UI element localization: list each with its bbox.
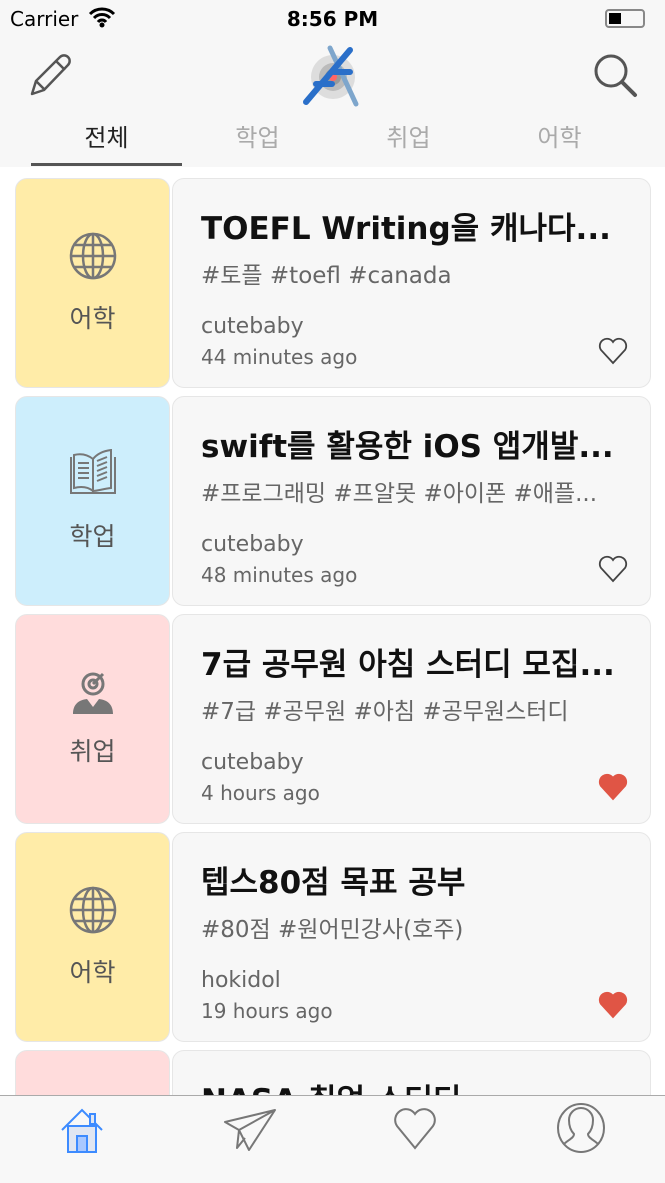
post-list[interactable]: 어학 TOEFL Writing을 캐나다... #토플 #toefl #can… (0, 167, 665, 1183)
globe-icon (68, 231, 118, 285)
search-icon[interactable] (590, 50, 640, 100)
tab-language[interactable]: 어학 (484, 118, 635, 166)
tab-bar (0, 1095, 665, 1183)
like-heart-icon[interactable] (598, 555, 628, 583)
post-tags: #7급 #공무원 #아침 #공무원스터디 (201, 699, 569, 725)
category-label: 어학 (69, 958, 116, 987)
status-bar: Carrier 8:56 PM (0, 0, 665, 38)
pencil-icon[interactable] (26, 50, 76, 100)
tab-all[interactable]: 전체 (31, 118, 182, 166)
profile-icon[interactable] (556, 1102, 606, 1154)
globe-icon (68, 885, 118, 939)
category-tile[interactable]: 학업 (15, 396, 170, 606)
post-title: 텝스80점 목표 공부 (201, 865, 466, 901)
target-logo (303, 45, 359, 107)
post-row[interactable]: 학업 swift를 활용한 iOS 앱개발... #프로그래밍 #프알못 #아이… (15, 396, 651, 606)
heart-icon[interactable] (392, 1106, 438, 1152)
category-label: 어학 (69, 304, 116, 333)
post-title: TOEFL Writing을 캐나다... (201, 211, 611, 247)
tab-study[interactable]: 학업 (182, 118, 333, 166)
post-title: swift를 활용한 iOS 앱개발... (201, 429, 614, 465)
post-time: 4 hours ago (201, 781, 320, 805)
post-tags: #프로그래밍 #프알못 #아이폰 #애플... (201, 481, 598, 507)
post-time: 19 hours ago (201, 999, 333, 1023)
post-card[interactable]: swift를 활용한 iOS 앱개발... #프로그래밍 #프알못 #아이폰 #… (172, 396, 651, 606)
like-heart-icon[interactable] (598, 773, 628, 801)
category-tile[interactable]: 취업 (15, 614, 170, 824)
post-author: cutebaby (201, 532, 304, 557)
target-person-icon (71, 670, 115, 718)
battery-icon (605, 9, 645, 28)
like-heart-icon[interactable] (598, 337, 628, 365)
post-title: 7급 공무원 아침 스터디 모집... (201, 647, 615, 683)
home-icon[interactable] (60, 1106, 108, 1154)
post-card[interactable]: 텝스80점 목표 공부 #80점 #원어민강사(호주) hokidol 19 h… (172, 832, 651, 1042)
post-tags: #토플 #toefl #canada (201, 263, 452, 289)
header: 전체 학업 취업 어학 (0, 38, 665, 167)
post-tags: #80점 #원어민강사(호주) (201, 917, 464, 943)
category-label: 취업 (69, 737, 116, 766)
category-tile[interactable]: 어학 (15, 178, 170, 388)
category-tabs: 전체 학업 취업 어학 (31, 118, 635, 166)
post-card[interactable]: TOEFL Writing을 캐나다... #토플 #toefl #canada… (172, 178, 651, 388)
post-row[interactable]: 어학 텝스80점 목표 공부 #80점 #원어민강사(호주) hokidol 1… (15, 832, 651, 1042)
category-label: 학업 (69, 522, 116, 551)
post-time: 48 minutes ago (201, 563, 358, 587)
clock: 8:56 PM (286, 7, 379, 31)
post-card[interactable]: 7급 공무원 아침 스터디 모집... #7급 #공무원 #아침 #공무원스터디… (172, 614, 651, 824)
like-heart-icon[interactable] (598, 991, 628, 1019)
tab-job[interactable]: 취업 (333, 118, 484, 166)
category-tile[interactable]: 어학 (15, 832, 170, 1042)
post-author: hokidol (201, 968, 281, 993)
paper-plane-icon[interactable] (223, 1106, 277, 1154)
post-author: cutebaby (201, 750, 304, 775)
post-time: 44 minutes ago (201, 345, 358, 369)
post-author: cutebaby (201, 314, 304, 339)
post-row[interactable]: 어학 TOEFL Writing을 캐나다... #토플 #toefl #can… (15, 178, 651, 388)
post-row[interactable]: 취업 7급 공무원 아침 스터디 모집... #7급 #공무원 #아침 #공무원… (15, 614, 651, 824)
book-icon (68, 448, 118, 503)
